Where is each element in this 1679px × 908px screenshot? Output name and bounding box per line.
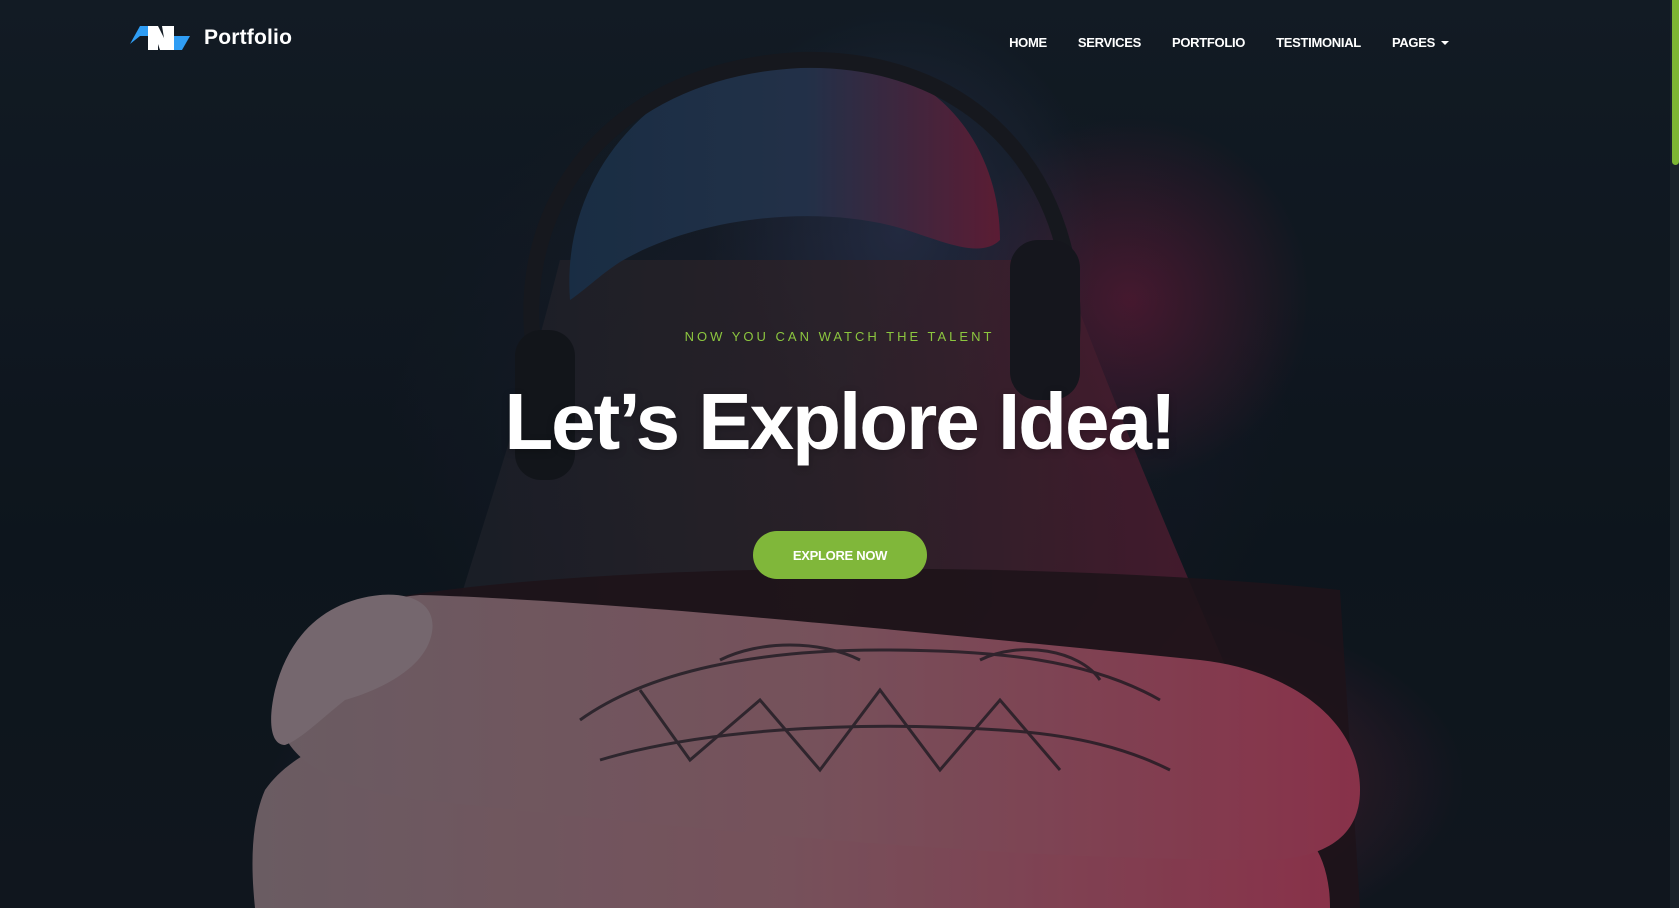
nav-link-home[interactable]: HOME (1009, 35, 1047, 50)
nav-link-portfolio[interactable]: PORTFOLIO (1172, 35, 1245, 50)
explore-now-button[interactable]: EXPLORE NOW (753, 531, 927, 579)
nav-item-services: SERVICES (1078, 34, 1141, 52)
nav-dropdown-pages[interactable]: PAGES (1392, 35, 1449, 50)
nav-item-portfolio: PORTFOLIO (1172, 34, 1245, 52)
nav-link-services[interactable]: SERVICES (1078, 35, 1141, 50)
hero-tagline: NOW YOU CAN WATCH THE TALENT (684, 329, 995, 344)
landing-page: Portfolio HOME SERVICES PORTFOLIO TESTIM… (0, 0, 1679, 908)
nav-link-testimonial[interactable]: TESTIMONIAL (1276, 35, 1361, 50)
brand-logo-icon (130, 26, 190, 50)
nav-link-pages-label: PAGES (1391, 35, 1435, 50)
nav-item-pages: PAGES (1392, 34, 1449, 52)
main-nav-menu: HOME SERVICES PORTFOLIO TESTIMONIAL PAGE… (1009, 34, 1449, 52)
scrollbar-thumb[interactable] (1672, 0, 1679, 165)
brand-link[interactable]: Portfolio (130, 22, 292, 54)
brand-name: Portfolio (204, 26, 293, 49)
hero-title: Let’s Explore Idea! (504, 377, 1176, 466)
nav-item-home: HOME (1009, 34, 1047, 52)
nav-item-testimonial: TESTIMONIAL (1276, 34, 1361, 52)
page-scrollbar[interactable] (1670, 0, 1679, 908)
caret-down-icon (1441, 40, 1449, 45)
top-navbar: Portfolio HOME SERVICES PORTFOLIO TESTIM… (0, 0, 1679, 84)
